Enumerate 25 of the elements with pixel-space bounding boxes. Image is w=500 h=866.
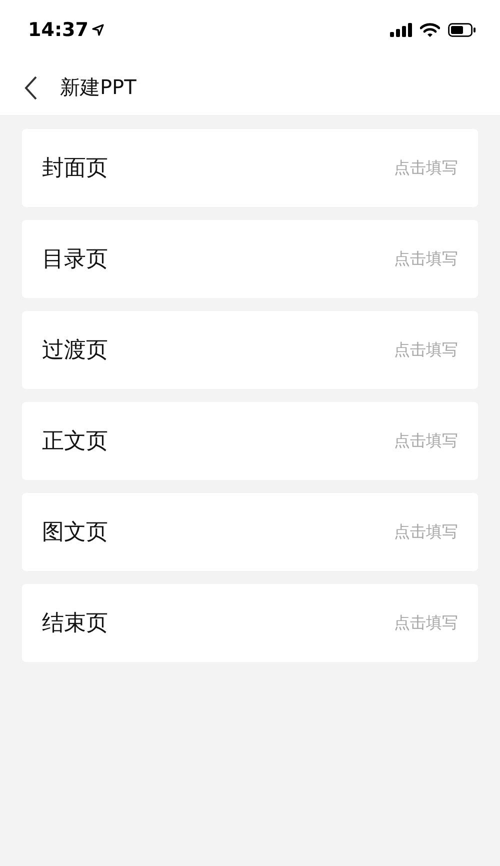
signal-icon <box>390 23 412 37</box>
page-type-label: 结束页 <box>42 610 108 638</box>
page-type-card[interactable]: 过渡页 点击填写 <box>22 311 478 389</box>
page-type-card[interactable]: 目录页 点击填写 <box>22 220 478 298</box>
page-type-card[interactable]: 封面页 点击填写 <box>22 129 478 207</box>
page-title: 新建PPT <box>60 74 136 101</box>
page-type-card[interactable]: 结束页 点击填写 <box>22 584 478 662</box>
back-button[interactable] <box>24 76 38 100</box>
fill-in-hint: 点击填写 <box>394 612 458 634</box>
location-icon <box>92 24 104 36</box>
page-type-card[interactable]: 正文页 点击填写 <box>22 402 478 480</box>
page-type-label: 目录页 <box>42 246 108 274</box>
page-type-label: 图文页 <box>42 519 108 547</box>
page-type-card[interactable]: 图文页 点击填写 <box>22 493 478 571</box>
page-type-label: 封面页 <box>42 155 108 183</box>
wifi-icon <box>420 22 440 38</box>
battery-icon <box>448 23 476 37</box>
page-type-label: 正文页 <box>42 428 108 456</box>
fill-in-hint: 点击填写 <box>394 430 458 452</box>
fill-in-hint: 点击填写 <box>394 248 458 270</box>
fill-in-hint: 点击填写 <box>394 158 458 178</box>
page-type-label: 过渡页 <box>42 337 108 365</box>
fill-in-hint: 点击填写 <box>394 522 458 542</box>
fill-in-hint: 点击填写 <box>394 340 458 360</box>
status-time: 14:37 <box>28 19 88 41</box>
